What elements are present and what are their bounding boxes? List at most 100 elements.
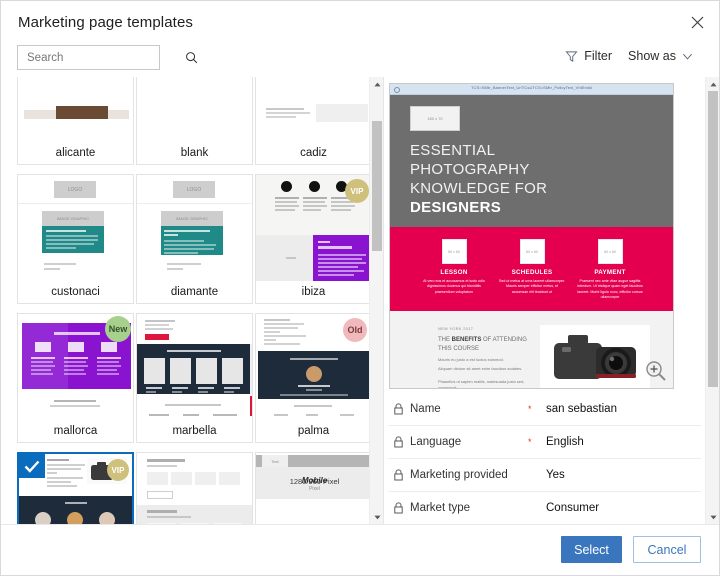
preview-feature-image: 60 x 60	[597, 239, 623, 264]
field-label: Marketing provided	[410, 469, 508, 481]
preview-headline-bold: DESIGNERS	[410, 199, 502, 216]
preview-bullet: Phasellus ut sapien mattis, malesuada ju…	[438, 379, 525, 389]
field-market-type: Market type Consumer	[388, 492, 701, 524]
template-name: cadiz	[256, 142, 369, 164]
template-thumbnail: Text 1280/960 Pixel Mobile Pixel	[256, 453, 369, 524]
cancel-button[interactable]: Cancel	[633, 536, 701, 563]
template-card-ibiza[interactable]: VIP ibiza	[255, 174, 369, 304]
scroll-down-button[interactable]	[706, 510, 720, 524]
benefits-pre: THE	[438, 337, 452, 343]
template-thumbnail	[137, 314, 252, 422]
preview-bullet: Mauris eu justo a est luctus euismod.	[438, 357, 504, 362]
template-thumbnail: LOGO IMAGE GRAPHIC	[137, 175, 252, 283]
template-card-alicante[interactable]: alicante	[17, 77, 134, 165]
field-label: Market type	[410, 502, 471, 514]
chevron-down-icon	[683, 53, 692, 60]
field-label: Name	[410, 403, 441, 415]
image-placeholder: IMAGE GRAPHIC	[42, 211, 104, 226]
selected-checkmark	[19, 454, 45, 478]
show-as-label: Show as	[628, 49, 676, 63]
preview-pane: TCS=SMtr_BannerText_UrlTCsUTCS=SMtr_Poli…	[384, 77, 705, 524]
filter-label: Filter	[584, 49, 613, 63]
struct-tab-label: Text	[262, 455, 288, 467]
lock-icon	[388, 469, 410, 481]
template-name: diamante	[137, 281, 252, 303]
preview-logo-placeholder: 180 x 70	[410, 106, 460, 131]
lock-icon	[388, 502, 410, 514]
template-card-diamante[interactable]: LOGO IMAGE GRAPHIC diamante	[136, 174, 253, 304]
field-value: Consumer	[546, 502, 600, 514]
search-input[interactable]	[18, 51, 185, 64]
preview-feature-column: 60 x 60 SCHEDULES Sed ut metus at urna l…	[494, 239, 570, 295]
search-box[interactable]	[17, 45, 198, 70]
template-thumbnail	[256, 77, 369, 144]
toolbar: Filter Show as	[1, 45, 719, 77]
preview-feature-title: SCHEDULES	[511, 269, 553, 276]
template-card-custonaci[interactable]: LOGO IMAGE GRAPHIC custonaci	[17, 174, 134, 304]
scroll-up-button[interactable]	[370, 77, 384, 91]
template-thumbnail: VIP	[19, 454, 132, 524]
template-card-palma[interactable]: Old palma	[255, 313, 369, 443]
scrollbar-thumb[interactable]	[708, 91, 718, 387]
template-card-blank[interactable]: blank	[136, 77, 253, 165]
page-title: Marketing page templates	[18, 14, 193, 31]
field-value: san sebastian	[546, 403, 617, 415]
template-name: blank	[137, 142, 252, 164]
info-icon	[394, 86, 400, 93]
lock-icon	[388, 403, 410, 415]
preview-feature-band: 60 x 60 LESSON At vero eos et accusamus …	[390, 227, 673, 311]
field-value: English	[546, 436, 584, 448]
template-card-sitges[interactable]: sitges	[136, 452, 253, 524]
logo-placeholder: LOGO	[173, 181, 215, 198]
scrollbar-thumb[interactable]	[372, 121, 382, 251]
field-value: Yes	[546, 469, 565, 481]
preview-feature-column: 60 x 60 LESSON At vero eos et accusamus …	[416, 239, 492, 295]
select-button[interactable]: Select	[561, 536, 622, 563]
preview-scrollbar[interactable]	[705, 77, 719, 524]
status-badge: Old	[343, 318, 367, 342]
template-card-cadiz[interactable]: cadiz	[255, 77, 369, 165]
template-card-san-sebastian[interactable]: VIP	[17, 452, 134, 524]
template-picker-dialog: Marketing page templates Fil	[0, 0, 720, 576]
dialog-body: alicante blank cadiz LOGO IMAGE GRAPHIC …	[1, 77, 719, 524]
template-card-struct-1[interactable]: Text 1280/960 Pixel Mobile Pixel struct-…	[255, 452, 369, 524]
preview-hero: 180 x 70 ESSENTIAL PHOTOGRAPHY KNOWLEDGE…	[390, 95, 673, 227]
template-thumbnail	[18, 77, 133, 144]
preview-headline-1: ESSENTIAL	[410, 142, 496, 159]
preview-url-text: TCS=SMtr_BannerText_UrlTCsUTCS=SMtr_Poli…	[470, 85, 593, 90]
preview-benefits-heading: THE BENEFITS OF ATTENDING THIS COURSE	[438, 336, 533, 354]
camera-icon	[554, 335, 636, 379]
preview-feature-column: 60 x 60 PAYMENT Praesent nec ante vitae …	[572, 239, 648, 301]
template-name: palma	[256, 420, 369, 442]
required-marker: *	[528, 437, 532, 447]
template-card-mallorca[interactable]: New mallorca	[17, 313, 134, 443]
template-grid: alicante blank cadiz LOGO IMAGE GRAPHIC …	[17, 77, 369, 524]
toolbar-actions: Filter Show as	[557, 46, 701, 66]
template-name: custonaci	[18, 281, 133, 303]
preview-eyebrow: NEW YORK 2017	[438, 327, 474, 331]
template-thumbnail: LOGO IMAGE GRAPHIC	[18, 175, 133, 283]
template-card-marbella[interactable]: marbella	[136, 313, 253, 443]
scroll-up-button[interactable]	[706, 77, 720, 91]
show-as-button[interactable]: Show as	[620, 46, 701, 66]
filter-button[interactable]: Filter	[557, 46, 620, 66]
dialog-footer: Select Cancel	[1, 524, 719, 575]
search-icon	[185, 51, 198, 64]
preview-feature-image: 60 x 60	[519, 239, 545, 264]
chevron-up-icon	[709, 82, 717, 86]
preview-feature-image: 60 x 60	[441, 239, 467, 264]
template-thumbnail	[137, 453, 252, 524]
funnel-icon	[565, 50, 578, 62]
image-placeholder: IMAGE GRAPHIC	[161, 211, 223, 226]
required-marker: *	[528, 404, 532, 414]
close-button[interactable]	[683, 8, 711, 36]
field-marketing-provided: Marketing provided Yes	[388, 459, 701, 492]
status-badge: VIP	[345, 179, 369, 203]
dialog-header: Marketing page templates	[1, 1, 719, 45]
scroll-down-button[interactable]	[370, 510, 384, 524]
template-thumbnail: New	[18, 314, 133, 422]
template-thumbnail: VIP	[256, 175, 369, 283]
gallery-scrollbar[interactable]	[369, 77, 383, 524]
zoom-in-icon[interactable]	[645, 360, 667, 382]
close-icon	[691, 16, 703, 28]
